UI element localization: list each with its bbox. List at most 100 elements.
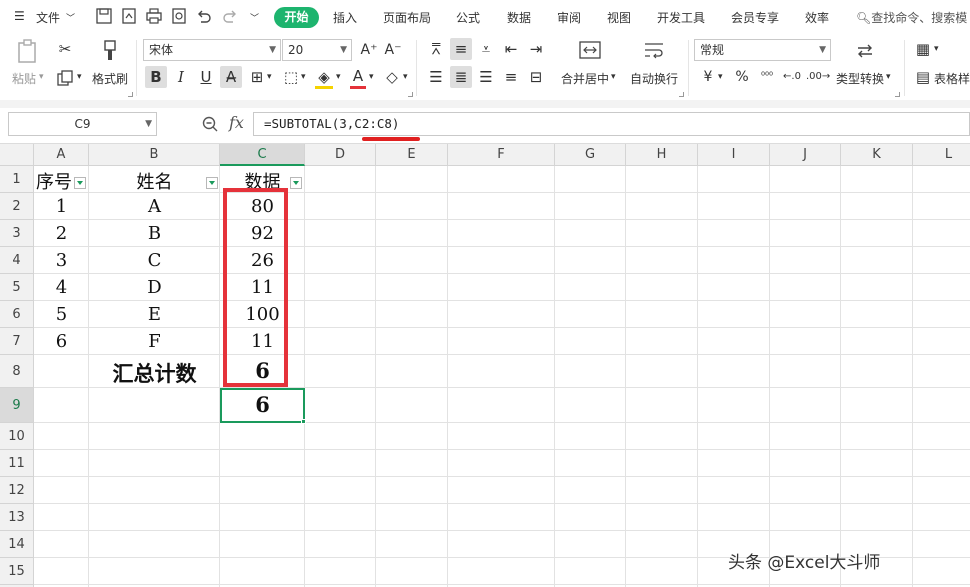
- align-middle-icon[interactable]: ≡: [450, 38, 472, 60]
- insert-function-button[interactable]: fx: [229, 113, 244, 132]
- column-header-j[interactable]: J: [770, 144, 841, 166]
- row-header-13[interactable]: 13: [0, 504, 34, 531]
- borders-icon[interactable]: ⊞: [246, 66, 268, 88]
- paste-label[interactable]: 粘贴: [12, 70, 36, 87]
- column-header-c[interactable]: C: [220, 144, 305, 166]
- table-cell[interactable]: 4: [34, 277, 89, 298]
- fill-color-icon[interactable]: ◈: [313, 66, 335, 88]
- increase-font-size-icon[interactable]: A⁺: [358, 39, 380, 61]
- filter-dropdown-icon[interactable]: [74, 177, 86, 189]
- wrap-text-label[interactable]: 自动换行: [630, 70, 678, 87]
- align-right-icon[interactable]: ☰: [475, 66, 497, 88]
- cell-style-icon[interactable]: ⬚: [280, 66, 302, 88]
- column-header-h[interactable]: H: [626, 144, 698, 166]
- redo-icon[interactable]: [221, 7, 239, 25]
- column-header-k[interactable]: K: [841, 144, 913, 166]
- font-name-select[interactable]: 宋体 ▼: [143, 39, 281, 61]
- align-left-icon[interactable]: ☰: [425, 66, 447, 88]
- font-size-select[interactable]: 20 ▼: [282, 39, 352, 61]
- column-header-i[interactable]: I: [698, 144, 770, 166]
- currency-dropdown-icon[interactable]: ▾: [718, 72, 723, 82]
- select-all-button[interactable]: [0, 144, 34, 166]
- table-cell[interactable]: D: [89, 277, 220, 298]
- file-menu-chevron-icon[interactable]: ﹀: [66, 11, 75, 24]
- table-cell[interactable]: E: [89, 304, 220, 325]
- number-group-launcher[interactable]: [895, 92, 900, 97]
- format-painter-icon[interactable]: [100, 38, 120, 64]
- export-pdf-icon[interactable]: [120, 7, 138, 25]
- borders-dropdown-icon[interactable]: ▾: [267, 72, 272, 82]
- column-header-b[interactable]: B: [89, 144, 220, 166]
- table-cell[interactable]: 6: [34, 331, 89, 352]
- tab-data[interactable]: 数据: [507, 9, 531, 26]
- wrap-text-icon[interactable]: [642, 39, 666, 61]
- header-cell-name[interactable]: 姓名: [89, 168, 220, 194]
- row-header-8[interactable]: 8: [0, 355, 34, 388]
- row-header-2[interactable]: 2: [0, 193, 34, 220]
- row-header-3[interactable]: 3: [0, 220, 34, 247]
- font-color-button[interactable]: A: [347, 65, 369, 87]
- table-cell[interactable]: C: [89, 250, 220, 271]
- type-convert-label[interactable]: 类型转换: [836, 70, 884, 87]
- table-cell[interactable]: A: [89, 196, 220, 217]
- table-cell[interactable]: 5: [34, 304, 89, 325]
- column-header-f[interactable]: F: [448, 144, 555, 166]
- merge-center-label[interactable]: 合并居中: [561, 70, 609, 87]
- filter-dropdown-icon[interactable]: [206, 177, 218, 189]
- row-header-6[interactable]: 6: [0, 301, 34, 328]
- save-icon[interactable]: [95, 7, 113, 25]
- row-header-14[interactable]: 14: [0, 531, 34, 558]
- clear-dropdown-icon[interactable]: ▾: [403, 72, 408, 82]
- bold-button[interactable]: B: [145, 66, 167, 88]
- column-header-d[interactable]: D: [305, 144, 376, 166]
- decrease-font-size-icon[interactable]: A⁻: [382, 39, 404, 61]
- spreadsheet-grid[interactable]: A B C D E F G H I J K L 1 2 3 4 5 6 7 8 …: [0, 144, 970, 587]
- table-cell[interactable]: F: [89, 331, 220, 352]
- tab-insert[interactable]: 插入: [333, 9, 357, 26]
- name-box[interactable]: C9 ▼: [8, 112, 157, 136]
- alignment-group-launcher[interactable]: [679, 92, 684, 97]
- font-group-launcher[interactable]: [408, 92, 413, 97]
- increase-decimal-icon[interactable]: ←.0: [781, 66, 803, 88]
- column-header-a[interactable]: A: [34, 144, 89, 166]
- fill-color-dropdown-icon[interactable]: ▾: [336, 72, 341, 82]
- paste-dropdown-icon[interactable]: ▾: [39, 72, 44, 82]
- tab-review[interactable]: 审阅: [557, 9, 581, 26]
- decrease-decimal-icon[interactable]: .00→: [806, 66, 830, 88]
- row-header-5[interactable]: 5: [0, 274, 34, 301]
- currency-button[interactable]: ¥: [697, 66, 719, 88]
- zoom-icon[interactable]: [201, 115, 219, 133]
- menu-hamburger-icon[interactable]: ☰: [14, 9, 25, 23]
- tab-formulas[interactable]: 公式: [456, 9, 480, 26]
- clipboard-group-launcher[interactable]: [128, 92, 133, 97]
- summary-label-cell[interactable]: 汇总计数: [89, 358, 220, 388]
- paste-icon[interactable]: [16, 39, 40, 65]
- copy-icon[interactable]: [56, 69, 74, 87]
- number-format-select[interactable]: 常规 ▼: [694, 39, 831, 61]
- quick-access-more-icon[interactable]: ﹀: [250, 11, 259, 24]
- table-cell[interactable]: 1: [34, 196, 89, 217]
- column-header-e[interactable]: E: [376, 144, 448, 166]
- align-top-icon[interactable]: ⩞: [425, 38, 447, 60]
- align-center-icon[interactable]: ≣: [450, 66, 472, 88]
- row-header-9[interactable]: 9: [0, 388, 34, 423]
- row-header-15[interactable]: 15: [0, 558, 34, 585]
- conditional-format-icon[interactable]: ▦: [912, 38, 934, 60]
- merge-dropdown-icon[interactable]: ▾: [611, 72, 616, 82]
- filter-dropdown-icon[interactable]: [290, 177, 302, 189]
- row-header-11[interactable]: 11: [0, 450, 34, 477]
- type-convert-icon[interactable]: [854, 40, 876, 62]
- percent-button[interactable]: %: [731, 66, 753, 88]
- tab-efficiency[interactable]: 效率: [805, 9, 829, 26]
- table-cell[interactable]: B: [89, 223, 220, 244]
- tab-start[interactable]: 开始: [274, 7, 319, 28]
- conditional-format-dropdown-icon[interactable]: ▾: [934, 44, 939, 54]
- tab-developer[interactable]: 开发工具: [657, 9, 705, 26]
- type-convert-dropdown-icon[interactable]: ▾: [886, 72, 891, 82]
- decrease-indent-icon[interactable]: ⇤: [500, 38, 522, 60]
- row-header-1[interactable]: 1: [0, 166, 34, 193]
- print-icon[interactable]: [145, 7, 163, 25]
- copy-dropdown-icon[interactable]: ▾: [77, 72, 82, 82]
- merge-center-icon[interactable]: [578, 39, 602, 61]
- align-bottom-icon[interactable]: ⩡: [475, 38, 497, 60]
